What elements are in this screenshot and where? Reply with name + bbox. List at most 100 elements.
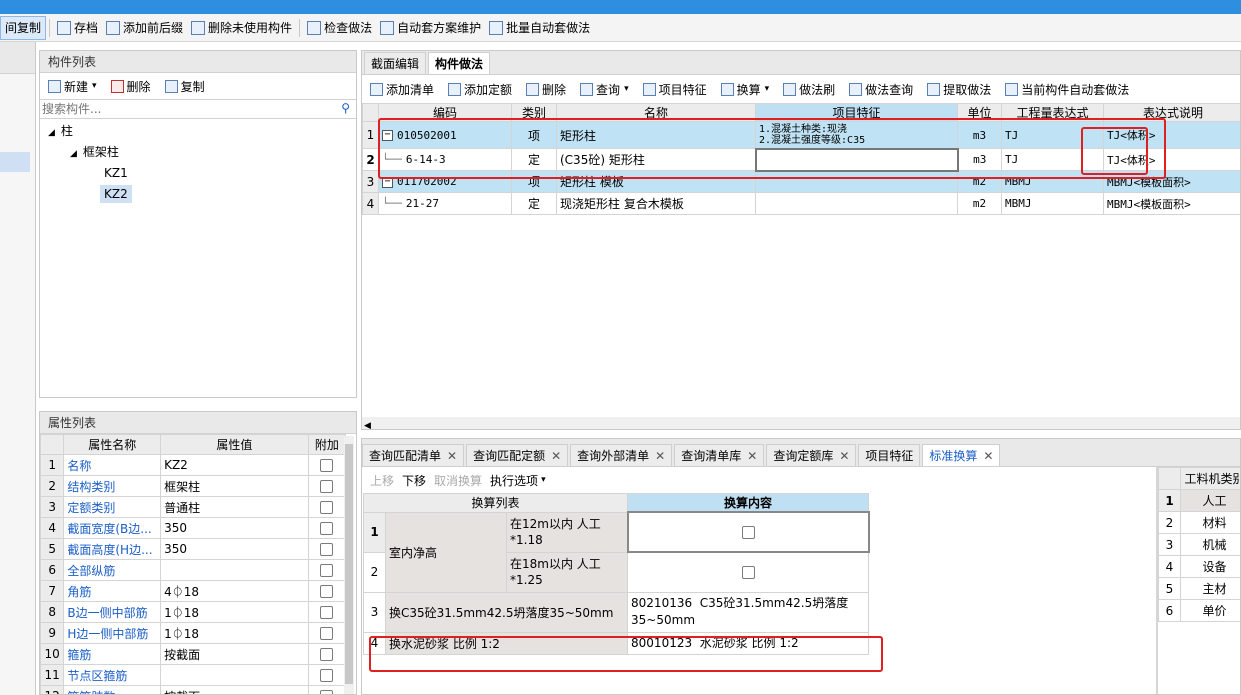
property-value[interactable]: 按截面 <box>160 643 309 665</box>
method-brush-button[interactable]: 做法刷 <box>779 77 839 101</box>
resource-row[interactable]: 3 机械 <box>1158 533 1240 556</box>
property-value[interactable] <box>160 559 309 581</box>
property-extra-checkbox[interactable] <box>320 648 334 661</box>
property-row[interactable]: 6 全部纵筋 <box>40 559 347 581</box>
tree-node-kz1[interactable]: KZ1 <box>40 163 356 184</box>
property-row[interactable]: 1 名称 KZ2 <box>40 454 347 476</box>
property-extra-checkbox[interactable] <box>320 480 334 493</box>
property-extra-checkbox[interactable] <box>320 690 334 694</box>
scheme-maintain-button[interactable]: 自动套方案维护 <box>376 16 485 40</box>
property-extra-checkbox[interactable] <box>320 459 334 472</box>
method-name-cell[interactable]: 现浇矩形柱 复合木模板 <box>556 192 756 215</box>
property-value[interactable]: KZ2 <box>160 454 309 476</box>
delete-component-button[interactable]: 删除 <box>107 74 155 98</box>
property-extra-checkbox[interactable] <box>320 627 334 640</box>
property-extra-checkbox[interactable] <box>320 501 334 514</box>
property-row[interactable]: 3 定额类别 普通柱 <box>40 496 347 518</box>
property-row[interactable]: 10 箍筋 按截面 <box>40 643 347 665</box>
conversion-row[interactable]: 1 室内净高 在12m以内 人工 *1.18 <box>363 511 870 593</box>
tree-node-frame-column[interactable]: ◢ 框架柱 <box>40 142 356 163</box>
property-row[interactable]: 7 角筋 4⏀18 <box>40 580 347 602</box>
conversion-checkbox[interactable] <box>741 526 755 539</box>
tree-expand-icon[interactable]: ◢ <box>48 128 55 138</box>
tab-item-feature[interactable]: 项目特征 <box>858 444 921 466</box>
property-extra-checkbox[interactable] <box>320 543 334 556</box>
close-icon[interactable]: ✕ <box>551 449 561 463</box>
close-icon[interactable]: ✕ <box>839 449 849 463</box>
property-value[interactable] <box>160 664 309 686</box>
property-row[interactable]: 8 B边一侧中部筋 1⏀18 <box>40 601 347 623</box>
tab-section-edit[interactable]: 截面编辑 <box>364 52 427 74</box>
delete-button[interactable]: 删除 <box>522 77 570 101</box>
copy-button[interactable]: 间复制 <box>0 15 47 40</box>
conversion-content-cell[interactable]: 80210136 C35砼31.5mm42.5坍落度 35~50mm <box>627 591 870 633</box>
close-icon[interactable]: ✕ <box>655 449 665 463</box>
left-nav-selected[interactable] <box>0 152 30 172</box>
search-icon[interactable]: ⚲ <box>341 101 350 115</box>
tree-expand-icon[interactable]: ◢ <box>70 149 77 159</box>
property-row[interactable]: 4 截面宽度(B边... 350 <box>40 517 347 539</box>
delete-unused-button[interactable]: 删除未使用构件 <box>187 16 296 40</box>
property-extra-checkbox[interactable] <box>320 585 334 598</box>
save-button[interactable]: 存档 <box>53 16 102 40</box>
property-extra-checkbox[interactable] <box>320 564 334 577</box>
scroll-left-icon[interactable]: ◀ <box>362 421 371 429</box>
property-extra-checkbox[interactable] <box>320 606 334 619</box>
property-extra-checkbox[interactable] <box>320 522 334 535</box>
tab-external-list[interactable]: 查询外部清单 ✕ <box>570 444 673 466</box>
close-icon[interactable]: ✕ <box>447 449 457 463</box>
property-row[interactable]: 11 节点区箍筋 <box>40 664 347 686</box>
tab-quota-library[interactable]: 查询定额库 ✕ <box>766 444 857 466</box>
tab-match-list[interactable]: 查询匹配清单 ✕ <box>362 444 465 466</box>
method-unit-cell[interactable]: m2 <box>957 192 1002 215</box>
conversion-row[interactable]: 3 换C35砼31.5mm42.5坍落度35~50mm 80210136 C35砼3… <box>363 591 870 633</box>
method-query-button[interactable]: 做法查询 <box>845 77 917 101</box>
new-component-button[interactable]: 新建 ▾ <box>44 74 101 98</box>
conversion-content-cell[interactable] <box>626 511 870 553</box>
property-row[interactable]: 12箍筋肢数按截面 <box>40 685 347 694</box>
move-down-button[interactable]: 下移 <box>398 468 430 492</box>
method-expr-cell[interactable]: MBMJ <box>1001 192 1104 215</box>
add-prefix-button[interactable]: 添加前后缀 <box>102 16 187 40</box>
copy-component-button[interactable]: 复制 <box>161 74 209 98</box>
property-value[interactable]: 4⏀18 <box>160 580 309 602</box>
convert-button[interactable]: 换算 ▾ <box>717 77 774 101</box>
property-scrollbar[interactable] <box>344 436 354 694</box>
query-button[interactable]: 查询 ▾ <box>576 77 633 101</box>
property-value[interactable]: 1⏀18 <box>160 622 309 644</box>
property-row[interactable]: 9 H边一侧中部筋 1⏀18 <box>40 622 347 644</box>
property-value[interactable]: 框架柱 <box>160 475 309 497</box>
method-hscrollbar[interactable]: ◀ <box>362 417 1240 429</box>
resource-row[interactable]: 1 人工 <box>1158 489 1240 512</box>
property-value[interactable]: 350 <box>160 517 309 539</box>
exec-options-button[interactable]: 执行选项 ▾ <box>486 468 550 492</box>
resource-row[interactable]: 6 单价 <box>1158 599 1240 622</box>
item-feature-button[interactable]: 项目特征 <box>639 77 711 101</box>
property-row[interactable]: 2 结构类别 框架柱 <box>40 475 347 497</box>
property-value[interactable]: 普通柱 <box>160 496 309 518</box>
extract-method-button[interactable]: 提取做法 <box>923 77 995 101</box>
resource-row[interactable]: 2 材料 <box>1158 511 1240 534</box>
add-list-button[interactable]: 添加清单 <box>366 77 438 101</box>
component-search-input[interactable] <box>40 100 330 118</box>
resource-row[interactable]: 4 设备 <box>1158 555 1240 578</box>
auto-method-button[interactable]: 当前构件自动套做法 <box>1001 77 1133 101</box>
move-up-button[interactable]: 上移 <box>366 468 398 492</box>
tab-match-quota[interactable]: 查询匹配定额 ✕ <box>466 444 569 466</box>
tab-list-library[interactable]: 查询清单库 ✕ <box>674 444 765 466</box>
property-extra-checkbox[interactable] <box>320 669 334 682</box>
close-icon[interactable]: ✕ <box>983 449 993 463</box>
method-code-cell[interactable]: └── 21-27 <box>378 192 512 215</box>
property-row[interactable]: 5 截面高度(H边... 350 <box>40 538 347 560</box>
tree-node-kz2[interactable]: KZ2 <box>40 184 356 205</box>
tab-component-method[interactable]: 构件做法 <box>428 52 491 74</box>
tree-node-column[interactable]: ◢ 柱 <box>40 121 356 142</box>
conversion-content-cell[interactable] <box>627 551 870 593</box>
cancel-conversion-button[interactable]: 取消换算 <box>430 468 486 492</box>
method-feature-cell[interactable] <box>755 192 958 215</box>
method-desc-cell[interactable]: MBMJ<模板面积> <box>1103 192 1240 215</box>
method-row[interactable]: 4 └── 21-27 定现浇矩形柱 复合木模板 m2 MBMJ MBMJ<模板面积> <box>362 192 1240 215</box>
batch-auto-method-button[interactable]: 批量自动套做法 <box>485 16 594 40</box>
resource-row[interactable]: 5 主材 <box>1158 577 1240 600</box>
method-type-cell[interactable]: 定 <box>511 192 557 215</box>
